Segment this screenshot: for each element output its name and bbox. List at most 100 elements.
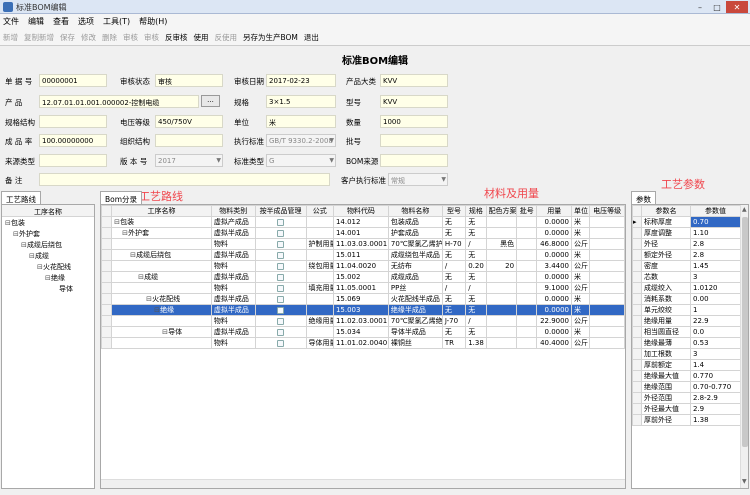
tree-node[interactable]: ⊟火花配线 xyxy=(2,262,94,273)
row-indicator[interactable] xyxy=(632,414,642,426)
semi-managed-checkbox[interactable] xyxy=(277,218,285,226)
table-row[interactable]: ⊟导体 虚拟半成品 15.034 导体半成品无无 0.0000 米 xyxy=(101,326,625,338)
column-header[interactable]: 配色方案 xyxy=(485,205,518,217)
row-indicator[interactable] xyxy=(101,271,113,283)
audit-status-field[interactable]: 审核 xyxy=(155,74,223,87)
scroll-up-icon[interactable]: ▲ xyxy=(742,206,747,213)
row-indicator[interactable] xyxy=(632,326,642,338)
toolbar-button-8[interactable]: 使用 xyxy=(194,32,209,43)
row-indicator[interactable] xyxy=(632,359,642,371)
toolbar-button-2[interactable]: 保存 xyxy=(60,32,75,43)
param-value[interactable]: 22.9 xyxy=(690,315,741,327)
table-row[interactable]: ⊟包装 虚拟产成品 14.012 包装成品无无 0.0000 米 xyxy=(101,216,625,228)
qty-field[interactable]: 1000 xyxy=(380,115,448,128)
row-indicator[interactable] xyxy=(632,260,642,272)
table-row[interactable]: 物料 导体用量11.01.02.0040裸铜丝TR1.38 40.4000公斤 xyxy=(101,337,625,349)
column-header[interactable]: 工序名称 xyxy=(111,205,212,217)
param-value[interactable]: 1.4 xyxy=(690,359,741,371)
table-row[interactable]: ⊟绝缘 虚拟半成品 15.003 绝缘半成品无无 0.0000 米 xyxy=(101,304,625,316)
menu-item-3[interactable]: 选项 xyxy=(78,16,94,27)
row-indicator[interactable] xyxy=(632,293,642,305)
bom-source-field[interactable] xyxy=(380,154,448,167)
param-value[interactable]: 2.8 xyxy=(690,249,741,261)
toolbar-button-5[interactable]: 审核 xyxy=(123,32,138,43)
param-value[interactable]: 3 xyxy=(690,271,741,283)
param-row[interactable]: 厚前额定 1.4 xyxy=(632,359,741,371)
row-indicator[interactable] xyxy=(101,337,113,349)
row-indicator[interactable] xyxy=(101,293,113,305)
tree-node[interactable]: ⊟外护套 xyxy=(2,229,94,240)
table-row[interactable]: 物料 护制用量11.03.03.000170℃聚氯乙烯护套H-70/黑色 46.80… xyxy=(101,238,625,250)
minimize-icon[interactable]: – xyxy=(692,1,708,13)
row-indicator[interactable] xyxy=(632,315,642,327)
row-indicator[interactable]: ▸ xyxy=(632,216,642,228)
tree-node[interactable]: ⊟绝缘 xyxy=(2,273,94,284)
column-header[interactable]: 物料代码 xyxy=(332,205,389,217)
param-column-header[interactable]: 参数名 xyxy=(641,205,691,217)
param-row[interactable]: 密度 1.45 xyxy=(632,260,741,272)
menu-item-2[interactable]: 查看 xyxy=(53,16,69,27)
version-select[interactable]: 2017 ▼ xyxy=(155,154,223,167)
product-lookup-button[interactable]: ... xyxy=(201,95,220,107)
row-indicator[interactable] xyxy=(632,337,642,349)
param-value[interactable]: 1.45 xyxy=(690,260,741,272)
menu-item-1[interactable]: 编辑 xyxy=(28,16,44,27)
tab-process-route[interactable]: 工艺路线 xyxy=(1,191,41,205)
semi-managed-checkbox[interactable] xyxy=(277,284,285,292)
batch-field[interactable] xyxy=(380,134,448,147)
maximize-icon[interactable]: □ xyxy=(709,1,725,13)
tab-params[interactable]: 参数 xyxy=(631,191,656,205)
toolbar-button-3[interactable]: 修改 xyxy=(81,32,96,43)
semi-managed-checkbox[interactable] xyxy=(277,295,285,303)
toolbar-button-11[interactable]: 退出 xyxy=(304,32,319,43)
column-header[interactable]: 物料名称 xyxy=(387,205,443,217)
spec-struct-field[interactable] xyxy=(39,115,107,128)
exec-std-select[interactable]: GB/T 9330.2-2008 ▼ xyxy=(266,134,336,147)
param-column-header[interactable]: 参数值 xyxy=(690,205,741,217)
table-row[interactable]: 物料 绝缘用量11.02.03.000170℃聚氯乙烯绝缘J-70/ 22.9000… xyxy=(101,315,625,327)
param-row[interactable]: 相当圆直径 0.0 xyxy=(632,326,741,338)
toolbar-button-0[interactable]: 新增 xyxy=(3,32,18,43)
column-header[interactable]: 型号 xyxy=(441,205,467,217)
table-row[interactable]: 物料 绕包用量11.04.0020无纺布/0.2020 3.4400公斤 xyxy=(101,260,625,272)
param-value[interactable]: 0.770 xyxy=(690,370,741,382)
param-value[interactable]: 0.00 xyxy=(690,293,741,305)
model-field[interactable]: KVV xyxy=(380,95,448,108)
toolbar-button-4[interactable]: 删除 xyxy=(102,32,117,43)
param-row[interactable]: 外径最大值 2.9 xyxy=(632,403,741,415)
semi-managed-checkbox[interactable] xyxy=(277,273,285,281)
param-value[interactable]: 3 xyxy=(690,348,741,360)
row-indicator[interactable] xyxy=(632,304,642,316)
row-indicator[interactable] xyxy=(101,304,113,316)
row-indicator[interactable] xyxy=(101,315,113,327)
semi-managed-checkbox[interactable] xyxy=(277,328,285,336)
column-header[interactable]: 电压等级 xyxy=(589,205,625,217)
tree-node[interactable]: ⊟包装 xyxy=(2,218,94,229)
std-type-select[interactable]: G ▼ xyxy=(266,154,336,167)
scroll-down-icon[interactable]: ▼ xyxy=(742,478,747,485)
param-value[interactable]: 1.0120 xyxy=(690,282,741,294)
param-value[interactable]: 2.9 xyxy=(690,403,741,415)
toolbar-button-7[interactable]: 反审核 xyxy=(165,32,188,43)
param-row[interactable]: 成缆绞入 1.0120 xyxy=(632,282,741,294)
tree-node[interactable]: 导体 xyxy=(2,284,94,295)
param-value[interactable]: 0.70 xyxy=(690,216,741,228)
param-value[interactable]: 2.8-2.9 xyxy=(690,392,741,404)
param-row[interactable]: 额定外径 2.8 xyxy=(632,249,741,261)
row-indicator[interactable] xyxy=(632,238,642,250)
column-header[interactable]: 用量 xyxy=(536,205,573,217)
column-header[interactable]: 规格 xyxy=(465,205,487,217)
semi-managed-checkbox[interactable] xyxy=(277,317,285,325)
toolbar-button-9[interactable]: 反使用 xyxy=(215,32,238,43)
product-field[interactable]: 12.07.01.01.001.000002-控制电缆 xyxy=(39,95,199,108)
semi-managed-checkbox[interactable] xyxy=(277,240,285,248)
semi-managed-checkbox[interactable] xyxy=(277,262,285,270)
row-indicator[interactable] xyxy=(632,249,642,261)
doc-no-field[interactable]: 00000001 xyxy=(39,74,107,87)
remark-field[interactable] xyxy=(39,173,330,186)
menu-item-5[interactable]: 帮助(H) xyxy=(139,16,167,27)
bom-horizontal-scrollbar[interactable] xyxy=(101,479,625,488)
row-indicator[interactable] xyxy=(101,260,113,272)
toolbar-button-1[interactable]: 复制新增 xyxy=(24,32,54,43)
row-indicator[interactable] xyxy=(632,392,642,404)
